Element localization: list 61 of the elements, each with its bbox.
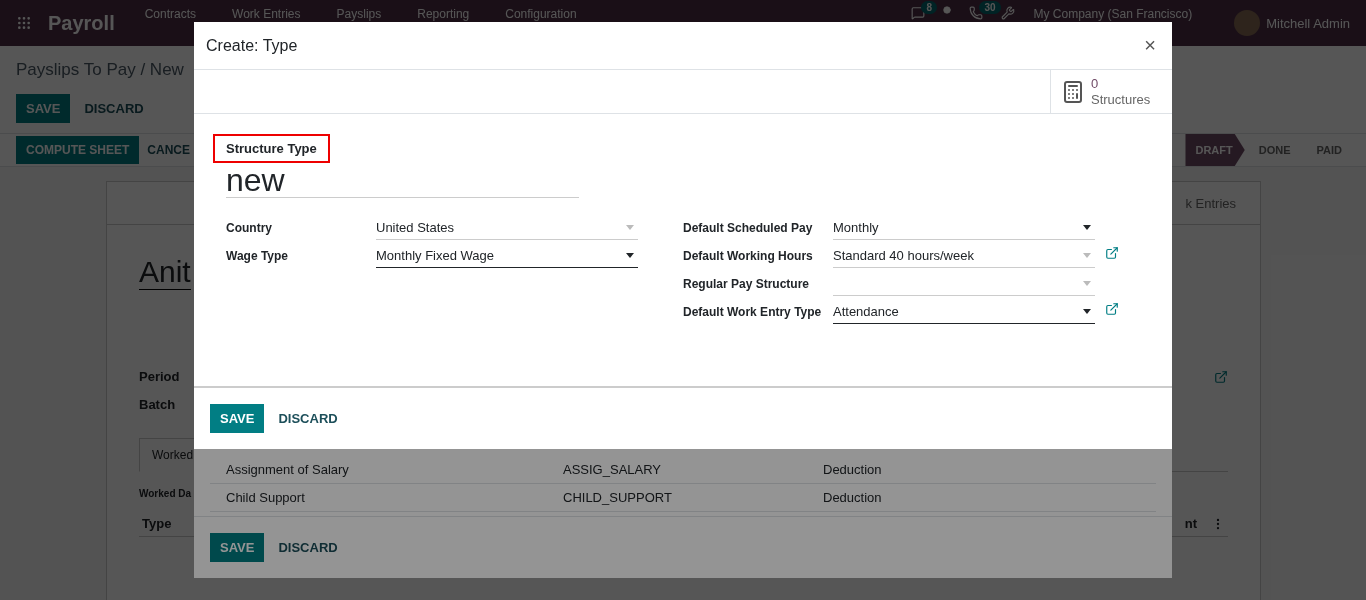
caret-icon [626, 225, 634, 230]
dropdown-field[interactable]: Standard 40 hours/week [833, 244, 1095, 268]
column-header[interactable]: Type [142, 516, 172, 531]
dropdown-field[interactable]: Monthly Fixed Wage [376, 244, 638, 268]
notification-badge: 30 [979, 1, 1001, 14]
name-field[interactable]: new [226, 163, 579, 198]
caret-icon [1083, 309, 1091, 314]
table-cell-text: Deduction [823, 462, 883, 477]
caret-icon [1083, 253, 1091, 258]
menu-item[interactable]: Contracts [144, 7, 197, 21]
field-label: Default Work Entry Type [683, 304, 823, 321]
field-label: Structure Type [213, 134, 330, 163]
apps-menu-icon[interactable] [16, 15, 32, 31]
menu-item[interactable]: Configuration [505, 7, 577, 21]
dropdown-field[interactable]: United States [376, 216, 638, 240]
notification-badge: 8 [921, 1, 938, 14]
app-title: Payroll [48, 11, 115, 35]
menu-item[interactable]: Reporting [417, 7, 470, 21]
table-cell-text: Deduction [823, 490, 883, 505]
dialog-title: Create: Type [206, 36, 298, 55]
close-button[interactable]: × [1140, 34, 1160, 57]
company-name[interactable]: My Company (San Francisco) [1033, 7, 1193, 21]
field-label: Default Working Hours [683, 248, 814, 265]
phone-icon[interactable] [969, 6, 984, 20]
dropdown-field[interactable]: Attendance [833, 300, 1095, 324]
action-button[interactable]: COMPUTE SHEET [16, 136, 140, 164]
field-label: Country [226, 220, 273, 237]
caret-icon [1083, 225, 1091, 230]
table-cell-text: CHILD_SUPPORT [563, 490, 673, 505]
caret-icon [1083, 281, 1091, 286]
discard-button[interactable]: DISCARD [268, 404, 348, 433]
action-button[interactable]: CANCE [145, 136, 192, 164]
table-cell-text: ASSIG_SALARY [563, 462, 663, 477]
field-label: Default Scheduled Pay [683, 220, 814, 237]
section-title: Worked Da [139, 488, 192, 499]
save-button[interactable]: SAVE [210, 533, 265, 562]
table-cell-text: Assignment of Salary [226, 462, 350, 477]
field-label: Batch [139, 396, 176, 412]
discard-button[interactable]: DISCARD [74, 94, 154, 123]
tools-icon[interactable] [1001, 6, 1016, 20]
external-link-icon[interactable] [1105, 302, 1119, 316]
status-dot-icon[interactable] [943, 6, 952, 14]
menu-item[interactable]: Payslips [336, 7, 382, 21]
field-label: Regular Pay Structure [683, 276, 811, 293]
chat-icon[interactable] [911, 6, 926, 20]
save-button[interactable]: SAVE [16, 94, 71, 123]
save-button[interactable]: SAVE [210, 404, 265, 433]
external-link-icon[interactable] [1105, 246, 1119, 260]
dropdown-field[interactable]: Monthly [833, 216, 1095, 240]
field-label: Wage Type [226, 248, 289, 265]
breadcrumb[interactable]: Payslips To Pay / New [16, 58, 184, 82]
field-label: Period [139, 368, 180, 384]
caret-icon [626, 253, 634, 258]
calculator-icon [1061, 79, 1085, 104]
table-cell-text: Child Support [226, 490, 306, 505]
discard-button[interactable]: DISCARD [268, 533, 348, 562]
menu-item[interactable]: Work Entries [232, 7, 301, 21]
user-name[interactable]: Mitchell Admin [1266, 15, 1350, 31]
employee-name[interactable]: Anit [139, 255, 191, 290]
column-header[interactable]: nt [1184, 516, 1197, 531]
external-link-icon[interactable] [1214, 370, 1228, 384]
